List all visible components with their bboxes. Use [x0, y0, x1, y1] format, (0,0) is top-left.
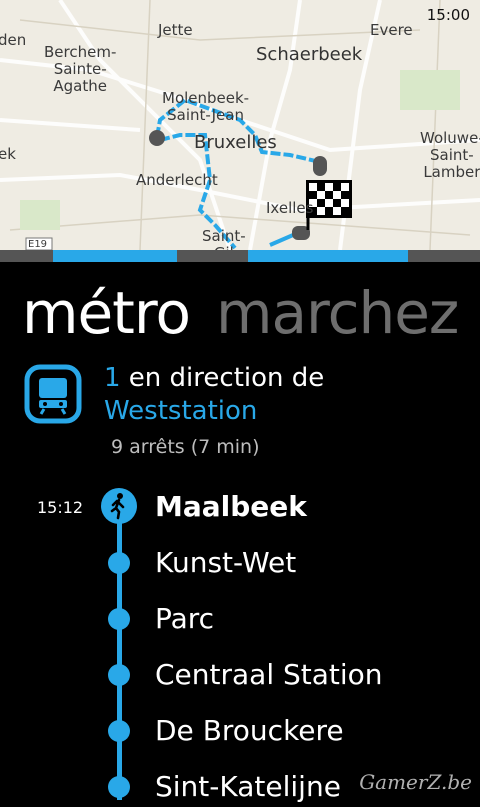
stop-name: Maalbeek — [155, 490, 307, 523]
stop-name: Kunst-Wet — [155, 546, 297, 579]
stop-name: De Brouckere — [155, 714, 344, 747]
segment-metro[interactable] — [53, 250, 177, 262]
stop-dot-icon — [108, 608, 130, 630]
stop-time: 15:12 — [37, 498, 84, 517]
stop-name: Sint-Katelijne — [155, 770, 341, 803]
map-label-molenbeek: Molenbeek- Saint-Jean — [162, 89, 250, 124]
line-direction: 1 en direction de — [104, 362, 324, 395]
map-label-woluwe: Woluwe- Saint- Lamber — [420, 129, 480, 181]
stops-summary: 9 arrêts (7 min) — [111, 436, 260, 458]
route-segment-bar — [0, 250, 480, 262]
map-label-jette: Jette — [158, 21, 193, 39]
map-label-ek: ek — [0, 145, 16, 163]
stop-name: Centraal Station — [155, 658, 383, 691]
stop-row[interactable]: Centraal Station — [0, 655, 480, 695]
stop-row[interactable]: Parc — [0, 599, 480, 639]
road-shield-label: E19 — [28, 239, 48, 250]
stop-row[interactable]: 15:12 Maalbeek — [0, 487, 480, 527]
map-label-ixelles: Ixelles — [266, 199, 314, 217]
line-destination: Weststation — [104, 396, 258, 426]
stop-name: Parc — [155, 602, 215, 635]
segment-walk[interactable] — [248, 250, 408, 262]
map-label-den: den — [0, 31, 27, 49]
map-label-saint-gilles: Saint- Gil — [202, 227, 246, 251]
pivot-header: métro marchez — [22, 278, 459, 348]
pivot-item-marchez[interactable]: marchez — [216, 279, 459, 347]
pivot-item-metro[interactable]: métro — [22, 279, 191, 347]
stop-dot-icon — [108, 664, 130, 686]
stop-dot-icon — [108, 720, 130, 742]
stop-dot-icon — [108, 552, 130, 574]
map-label-anderlecht: Anderlecht — [136, 171, 218, 189]
map-label-bruxelles: Bruxelles — [194, 132, 277, 153]
stop-dot-icon — [108, 776, 130, 798]
route-map[interactable]: Jette Evere Schaerbeek Berchem- Sainte- … — [0, 0, 480, 250]
metro-train-icon — [24, 364, 82, 424]
direction-label: en direction de — [120, 363, 325, 393]
line-number: 1 — [104, 363, 121, 393]
line-info: 1 en direction de Weststation — [104, 362, 324, 428]
stop-row[interactable]: De Brouckere — [0, 711, 480, 751]
stop-row[interactable]: Kunst-Wet — [0, 543, 480, 583]
map-label-schaerbeek: Schaerbeek — [256, 44, 363, 65]
watermark: GamerZ.be — [359, 770, 472, 794]
map-label-berchem: Berchem- Sainte- Agathe — [44, 43, 117, 95]
map-label-evere: Evere — [370, 21, 413, 39]
walk-icon — [101, 488, 137, 524]
status-time: 15:00 — [426, 6, 470, 24]
